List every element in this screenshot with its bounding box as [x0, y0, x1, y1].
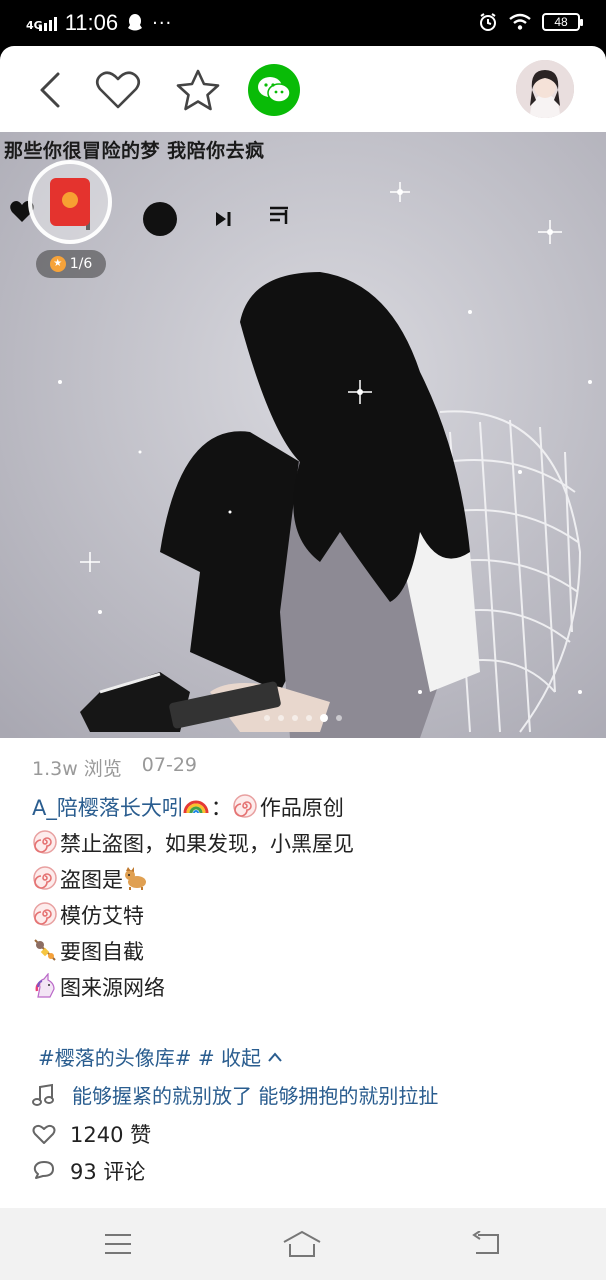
home-button[interactable] [282, 1226, 322, 1262]
pager-dot [292, 715, 298, 721]
avatar-image [516, 60, 574, 118]
back-button[interactable] [24, 64, 76, 116]
battery-icon: 48 [542, 13, 583, 31]
comment-count: 93 评论 [70, 1160, 146, 1184]
desc-line-3: 盗图是 [32, 862, 582, 898]
dog-emoji-icon [125, 867, 146, 890]
narutomaki-emoji-icon [33, 866, 57, 890]
unicorn-emoji-icon [35, 973, 55, 998]
pager-dot [336, 715, 342, 721]
post-sheet: 那些你很冒险的梦 我陪你去疯 ★ 1/6 1.3w 浏览 07-29 A_陪樱落… [0, 46, 606, 1280]
post-meta: 1.3w 浏览 07-29 [32, 754, 197, 781]
desc-line-4: 模仿艾特 [32, 898, 582, 934]
rainbow-emoji-icon [183, 800, 209, 814]
like-count: 1240 赞 [70, 1123, 152, 1147]
clock: 11:06 [64, 10, 119, 35]
like-button[interactable] [92, 64, 144, 116]
favorite-button[interactable] [172, 64, 224, 116]
tag-and-collapse[interactable]: #樱落的头像库# # 收起 [38, 1046, 261, 1070]
view-count: 1.3w 浏览 [32, 758, 122, 780]
menu-button[interactable] [98, 1226, 138, 1262]
comment-bubble-icon [33, 1161, 54, 1179]
original-work-text: 作品原创 [259, 796, 344, 820]
stealer-is-text: 盗图是 [60, 868, 123, 892]
author-colon: ： [210, 796, 232, 820]
back-nav-button[interactable] [466, 1226, 506, 1262]
narutomaki-emoji-icon [233, 794, 257, 818]
likes-row[interactable]: 1240 赞 [32, 1119, 151, 1149]
post-description: A_陪樱落长大吲 ： 作品原创 禁止盗图，如果发现，小黑屋见 盗图是 模仿艾特 要图… [32, 790, 582, 1006]
red-packet-button[interactable] [28, 160, 112, 244]
home-icon [283, 1230, 321, 1257]
status-left: 4G 11:06 ··· [26, 10, 172, 36]
image-source-text: 图来源网络 [60, 976, 165, 1000]
wifi-icon [509, 13, 531, 30]
user-avatar[interactable] [516, 60, 574, 118]
pager-dot-active [320, 714, 328, 722]
status-right: 48 [478, 12, 583, 32]
screenshot-yourself-text: 要图自截 [60, 940, 144, 964]
pager-dot [264, 715, 270, 721]
author-name[interactable]: A_陪樱落长大吲 [32, 796, 183, 820]
more-notifications: ··· [152, 12, 173, 34]
photo-pager [0, 714, 606, 722]
music-row[interactable]: 能够握紧的就别放了 能够拥抱的就别拉扯 [32, 1080, 438, 1109]
red-packet-icon [50, 178, 90, 226]
menu-icon [105, 1234, 131, 1254]
heart-icon [95, 71, 141, 109]
star-icon [176, 69, 220, 111]
oden-skewer-emoji-icon [34, 939, 56, 961]
qq-icon [128, 14, 143, 31]
back-nav-icon [472, 1231, 499, 1254]
song-title[interactable]: 能够握紧的就别放了 能够拥抱的就别拉扯 [72, 1080, 438, 1109]
post-tags[interactable]: #樱落的头像库# # 收起 [38, 1042, 283, 1071]
comments-row[interactable]: 93 评论 [32, 1156, 145, 1186]
status-bar: 4G 11:06 ··· 48 [0, 0, 606, 48]
desc-line-1: A_陪樱落长大吲 ： 作品原创 [32, 790, 582, 826]
narutomaki-emoji-icon [33, 830, 57, 854]
red-packet-count: 1/6 [69, 256, 93, 272]
top-bar [0, 46, 606, 132]
no-stealing-text: 禁止盗图，如果发现，小黑屋见 [60, 832, 354, 856]
narutomaki-emoji-icon [33, 902, 57, 926]
desc-line-5: 要图自截 [32, 934, 582, 970]
star-badge-icon: ★ [49, 256, 66, 272]
wechat-icon [258, 77, 291, 103]
pager-dot [306, 715, 312, 721]
system-nav-bar [0, 1208, 606, 1280]
photo-caption: 那些你很冒险的梦 我陪你去疯 [4, 140, 265, 162]
network-type: 4G [26, 19, 43, 32]
music-note-icon [32, 1083, 54, 1106]
post-date: 07-29 [141, 754, 198, 776]
heart-outline-icon [32, 1124, 56, 1144]
imitate-at-text: 模仿艾特 [60, 904, 144, 928]
red-packet-counter: ★ 1/6 [36, 250, 106, 278]
pager-dot [278, 715, 284, 721]
back-icon [40, 72, 60, 108]
desc-line-2: 禁止盗图，如果发现，小黑屋见 [32, 826, 582, 862]
wechat-share-button[interactable] [248, 64, 300, 116]
alarm-icon [480, 13, 496, 31]
chevron-up-icon[interactable] [267, 1051, 283, 1063]
desc-line-6: 图来源网络 [32, 970, 582, 1006]
